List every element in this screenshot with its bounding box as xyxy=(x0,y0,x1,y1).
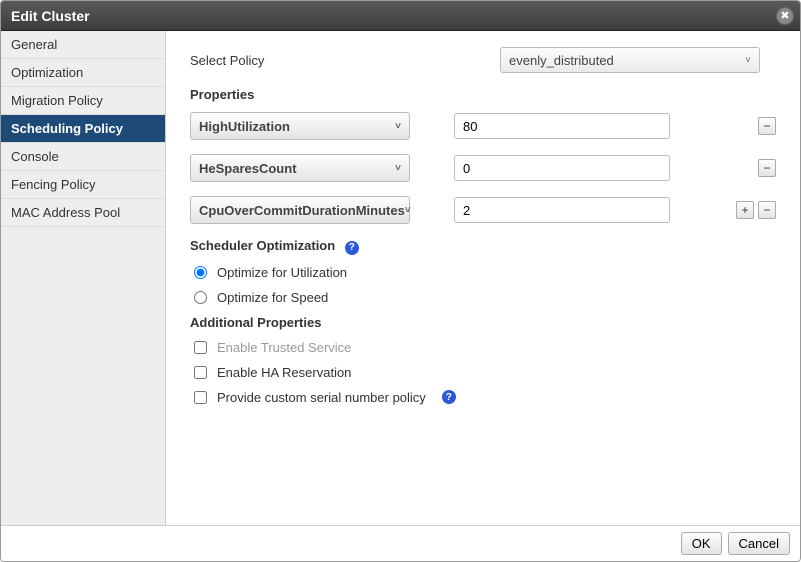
chevron-down-icon: ˅ xyxy=(395,163,401,174)
sidebar-item-optimization[interactable]: Optimization xyxy=(1,59,165,87)
remove-property-button[interactable]: − xyxy=(758,201,776,219)
ok-button[interactable]: OK xyxy=(681,532,722,555)
select-policy-label: Select Policy xyxy=(190,53,500,68)
remove-property-button[interactable]: − xyxy=(758,117,776,135)
enable-trusted-service-label[interactable]: Enable Trusted Service xyxy=(217,340,351,355)
enable-ha-reservation-label[interactable]: Enable HA Reservation xyxy=(217,365,351,380)
property-buttons: − xyxy=(758,117,776,135)
sidebar-item-general[interactable]: General xyxy=(1,31,165,59)
sidebar-item-fencing-policy[interactable]: Fencing Policy xyxy=(1,171,165,199)
cancel-button[interactable]: Cancel xyxy=(728,532,790,555)
sidebar-item-console[interactable]: Console xyxy=(1,143,165,171)
titlebar: Edit Cluster ✖ xyxy=(1,1,800,31)
help-icon[interactable]: ? xyxy=(442,390,456,404)
scheduler-opt-header: Scheduler Optimization ? xyxy=(190,238,776,255)
chevron-down-icon: ˅ xyxy=(395,121,401,132)
chevron-down-icon: ˅ xyxy=(405,205,411,216)
property-name-dropdown[interactable]: CpuOverCommitDurationMinutes ˅ xyxy=(190,196,410,224)
remove-property-button[interactable]: − xyxy=(758,159,776,177)
optimize-utilization-radio[interactable] xyxy=(194,266,207,279)
enable-trusted-service-checkbox[interactable] xyxy=(194,341,207,354)
sidebar-item-mac-address-pool[interactable]: MAC Address Pool xyxy=(1,199,165,227)
minus-icon: − xyxy=(763,162,770,174)
property-buttons: − xyxy=(758,159,776,177)
dialog-title: Edit Cluster xyxy=(11,8,90,24)
additional-props-header: Additional Properties xyxy=(190,315,776,330)
optimize-utilization-label[interactable]: Optimize for Utilization xyxy=(217,265,347,280)
additional-option: Enable Trusted Service xyxy=(190,340,776,355)
property-value-input[interactable] xyxy=(454,113,670,139)
property-name-dropdown[interactable]: HighUtilization ˅ xyxy=(190,112,410,140)
property-row: HeSparesCount ˅ − xyxy=(190,154,776,182)
custom-serial-number-checkbox[interactable] xyxy=(194,391,207,404)
optimize-speed-radio[interactable] xyxy=(194,291,207,304)
property-row: HighUtilization ˅ − xyxy=(190,112,776,140)
property-buttons: + − xyxy=(736,201,776,219)
main-panel: Select Policy evenly_distributed ˅ Prope… xyxy=(166,31,800,525)
property-name-dropdown[interactable]: HeSparesCount ˅ xyxy=(190,154,410,182)
property-row: CpuOverCommitDurationMinutes ˅ + − xyxy=(190,196,776,224)
property-value-input[interactable] xyxy=(454,155,670,181)
sidebar: General Optimization Migration Policy Sc… xyxy=(1,31,166,525)
help-icon[interactable]: ? xyxy=(345,241,359,255)
dialog-body: General Optimization Migration Policy Sc… xyxy=(1,31,800,525)
chevron-down-icon: ˅ xyxy=(745,55,751,66)
add-property-button[interactable]: + xyxy=(736,201,754,219)
sidebar-item-scheduling-policy[interactable]: Scheduling Policy xyxy=(1,115,165,143)
edit-cluster-dialog: Edit Cluster ✖ General Optimization Migr… xyxy=(0,0,801,562)
dialog-footer: OK Cancel xyxy=(1,525,800,561)
sidebar-item-migration-policy[interactable]: Migration Policy xyxy=(1,87,165,115)
select-policy-dropdown[interactable]: evenly_distributed ˅ xyxy=(500,47,760,73)
scheduler-opt-option: Optimize for Speed xyxy=(190,290,776,305)
enable-ha-reservation-checkbox[interactable] xyxy=(194,366,207,379)
optimize-speed-label[interactable]: Optimize for Speed xyxy=(217,290,328,305)
custom-serial-number-label[interactable]: Provide custom serial number policy xyxy=(217,390,426,405)
additional-option: Provide custom serial number policy ? xyxy=(190,390,776,405)
scheduler-opt-option: Optimize for Utilization xyxy=(190,265,776,280)
select-policy-value: evenly_distributed xyxy=(509,53,614,68)
plus-icon: + xyxy=(741,204,748,216)
minus-icon: − xyxy=(763,204,770,216)
minus-icon: − xyxy=(763,120,770,132)
close-icon[interactable]: ✖ xyxy=(776,7,794,25)
additional-option: Enable HA Reservation xyxy=(190,365,776,380)
property-value-input[interactable] xyxy=(454,197,670,223)
properties-header: Properties xyxy=(190,87,776,102)
select-policy-row: Select Policy evenly_distributed ˅ xyxy=(190,47,776,73)
